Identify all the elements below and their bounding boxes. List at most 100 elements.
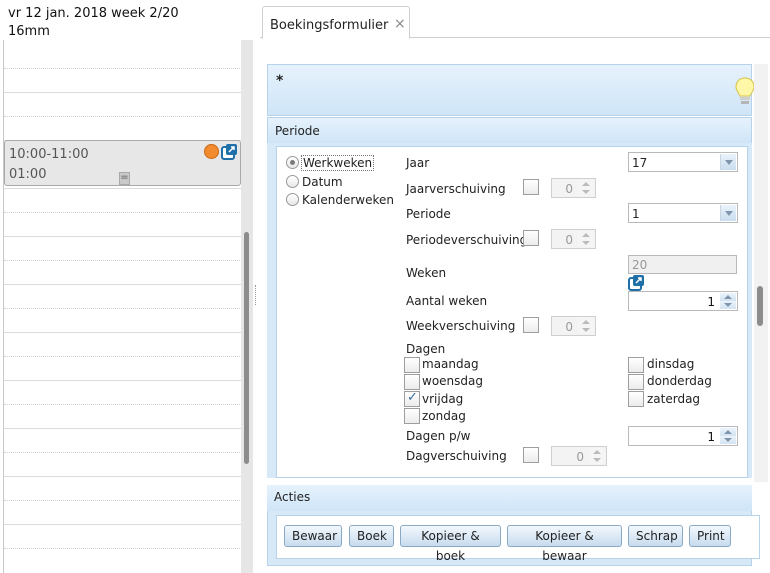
jaar-value: 17 xyxy=(632,156,648,170)
radio-label-kalenderweken[interactable]: Kalenderweken xyxy=(302,193,394,207)
print-button[interactable]: Print xyxy=(689,525,731,547)
kopieer-bewaar-button[interactable]: Kopieer & bewaar xyxy=(507,525,622,563)
weekverschuiving-checkbox[interactable] xyxy=(523,317,539,333)
jaarverschuiving-checkbox[interactable] xyxy=(523,179,539,195)
resize-grip[interactable]: = xyxy=(119,172,130,185)
close-icon[interactable]: × xyxy=(394,16,406,32)
stepper-up-icon[interactable] xyxy=(578,180,594,188)
lightbulb-icon[interactable] xyxy=(735,77,755,107)
radio-label-datum[interactable]: Datum xyxy=(302,175,343,189)
periode-select[interactable]: 1 xyxy=(628,203,738,223)
boek-button[interactable]: Boek xyxy=(349,525,394,547)
dagen-pw-value: 1 xyxy=(707,430,715,444)
open-link-icon[interactable] xyxy=(221,143,238,160)
dagen-pw-stepper[interactable]: 1 xyxy=(628,426,738,446)
radio-kalenderweken[interactable] xyxy=(286,193,299,206)
dagen-pw-label: Dagen p/w xyxy=(406,429,471,443)
time-slot[interactable] xyxy=(4,500,242,501)
calendar-unit-label: 16mm xyxy=(8,24,50,39)
stepper-down-icon[interactable] xyxy=(578,239,594,247)
aantal-weken-stepper[interactable]: 1 xyxy=(628,291,738,311)
stepper-up-icon[interactable] xyxy=(578,318,594,326)
weekverschuiving-stepper[interactable]: 0 xyxy=(551,316,596,336)
day-checkbox-dinsdag[interactable] xyxy=(628,357,644,373)
day-label-woensdag: woensdag xyxy=(422,374,483,388)
calendar-scrollbar-thumb[interactable] xyxy=(244,232,249,464)
day-checkbox-maandag[interactable] xyxy=(404,357,420,373)
form-scrollbar-thumb[interactable] xyxy=(757,286,763,326)
unsaved-indicator: * xyxy=(276,73,284,89)
time-slot[interactable] xyxy=(4,284,242,285)
day-label-maandag: maandag xyxy=(422,357,479,371)
stepper-up-icon[interactable] xyxy=(720,428,736,436)
day-checkbox-donderdag[interactable] xyxy=(628,374,644,390)
time-slot[interactable] xyxy=(4,428,242,429)
stepper-down-icon[interactable] xyxy=(589,456,605,464)
time-slot[interactable] xyxy=(4,68,242,69)
appointment-time: 10:00-11:00 xyxy=(9,147,89,162)
periode-field-label: Periode xyxy=(406,207,451,221)
weekverschuiving-value: 0 xyxy=(565,320,573,334)
stepper-down-icon[interactable] xyxy=(720,436,736,444)
radio-werkweken[interactable] xyxy=(286,156,299,169)
time-slot[interactable] xyxy=(4,260,242,261)
time-slot[interactable] xyxy=(4,188,242,189)
day-label-dinsdag: dinsdag xyxy=(647,357,695,371)
chevron-down-icon[interactable] xyxy=(720,205,736,221)
time-slot[interactable] xyxy=(4,476,242,477)
kopieer-boek-button[interactable]: Kopieer & boek xyxy=(400,525,501,563)
form-header: * xyxy=(267,64,755,116)
form-scrollbar[interactable] xyxy=(754,64,768,482)
tab-boekingsformulier[interactable]: Boekingsformulier × xyxy=(262,6,410,39)
bewaar-button[interactable]: Bewaar xyxy=(284,525,342,547)
time-slot[interactable] xyxy=(4,308,242,309)
periodeverschuiving-stepper[interactable]: 0 xyxy=(551,229,596,249)
time-slot[interactable] xyxy=(4,452,242,453)
stepper-down-icon[interactable] xyxy=(578,188,594,196)
day-checkbox-vrijdag[interactable] xyxy=(404,390,420,407)
stepper-down-icon[interactable] xyxy=(578,326,594,334)
stepper-up-icon[interactable] xyxy=(578,231,594,239)
stepper-up-icon[interactable] xyxy=(720,293,736,301)
dagen-label: Dagen xyxy=(406,342,446,356)
dagverschuiving-value: 0 xyxy=(576,450,584,464)
time-slot[interactable] xyxy=(4,404,242,405)
time-slot[interactable] xyxy=(4,116,242,117)
time-slot[interactable] xyxy=(4,212,242,213)
acties-title: Acties xyxy=(274,490,311,504)
time-slot[interactable] xyxy=(4,356,242,357)
status-dot-icon xyxy=(204,144,219,159)
dagverschuiving-checkbox[interactable] xyxy=(523,447,539,463)
tab-label: Boekingsformulier xyxy=(270,18,389,33)
calendar-grid[interactable] xyxy=(3,40,242,573)
chevron-down-icon[interactable] xyxy=(720,154,736,170)
day-checkbox-zondag[interactable] xyxy=(404,408,420,424)
time-slot[interactable] xyxy=(4,236,242,237)
weken-label: Weken xyxy=(406,266,447,280)
pane-splitter[interactable] xyxy=(255,285,257,305)
day-checkbox-woensdag[interactable] xyxy=(404,374,420,390)
time-slot[interactable] xyxy=(4,332,242,333)
jaarverschuiving-stepper[interactable]: 0 xyxy=(551,178,596,198)
time-slot[interactable] xyxy=(4,380,242,381)
radio-datum[interactable] xyxy=(286,175,299,188)
periodeverschuiving-checkbox[interactable] xyxy=(523,230,539,246)
aantal-weken-label: Aantal weken xyxy=(406,294,488,308)
jaar-select[interactable]: 17 xyxy=(628,152,738,172)
day-checkbox-zaterdag[interactable] xyxy=(628,391,644,407)
stepper-up-icon[interactable] xyxy=(589,448,605,456)
open-link-icon[interactable] xyxy=(628,274,645,291)
appointment[interactable]: 10:00-11:00 01:00 = xyxy=(4,140,241,186)
dagverschuiving-stepper[interactable]: 0 xyxy=(551,446,607,466)
weken-value: 20 xyxy=(632,258,648,272)
radio-label-werkweken[interactable]: Werkweken xyxy=(301,155,375,171)
stepper-down-icon[interactable] xyxy=(720,301,736,309)
time-slot[interactable] xyxy=(4,524,242,525)
dagverschuiving-label: Dagverschuiving xyxy=(406,449,507,463)
jaar-label: Jaar xyxy=(406,156,430,170)
time-slot[interactable] xyxy=(4,92,242,93)
time-slot[interactable] xyxy=(4,548,242,549)
day-label-zondag: zondag xyxy=(422,409,466,423)
schrap-button[interactable]: Schrap xyxy=(628,525,683,547)
day-label-donderdag: donderdag xyxy=(647,374,712,388)
